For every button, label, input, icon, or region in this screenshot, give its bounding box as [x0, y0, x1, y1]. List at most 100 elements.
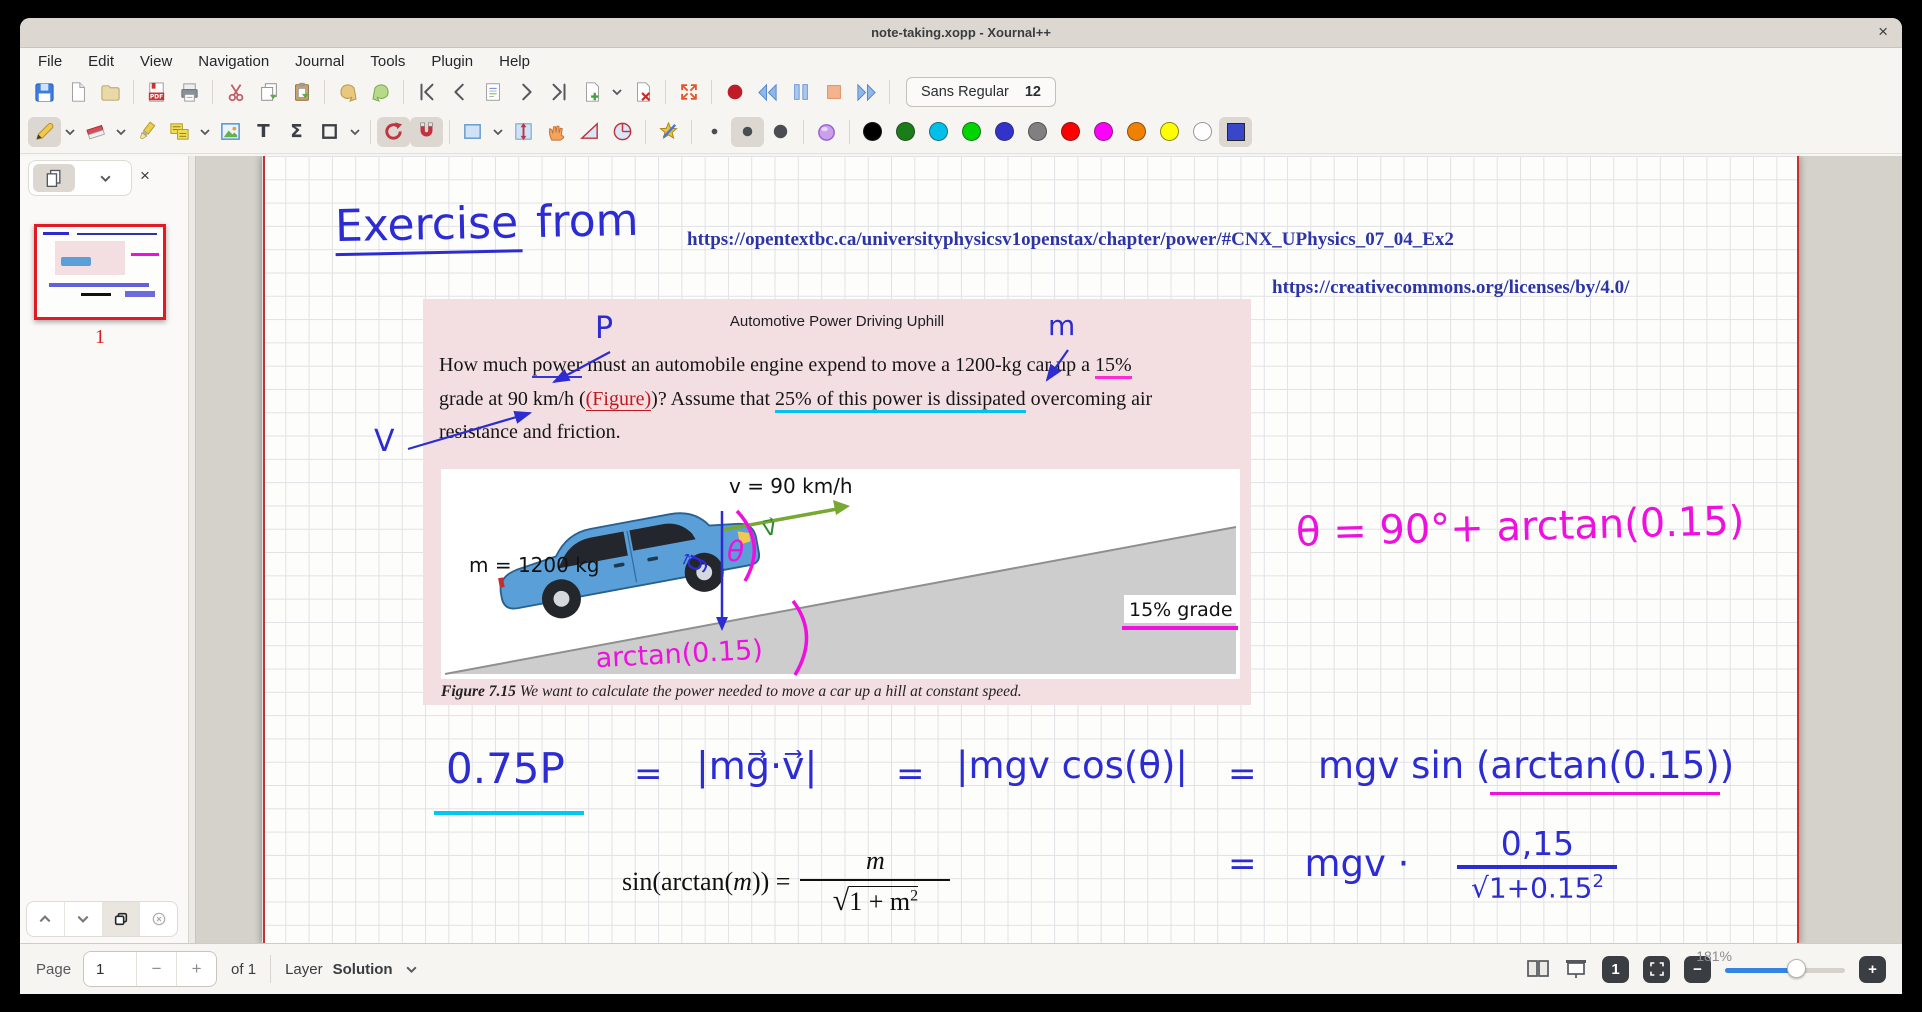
figure-caption: Figure 7.15 We want to calculate the pow… [441, 683, 1022, 701]
page-count-label: of 1 [231, 961, 256, 978]
thickness-fine-button[interactable] [698, 117, 731, 147]
pen-tool-button[interactable] [28, 117, 61, 147]
preview-pages-button[interactable] [33, 164, 75, 192]
undo-button[interactable] [331, 77, 364, 107]
shape-tool-button[interactable] [313, 117, 346, 147]
color-swatch-3[interactable] [962, 122, 981, 141]
page-decrement-button[interactable]: − [136, 952, 176, 986]
forward-button[interactable] [850, 77, 883, 107]
color-swatch-9[interactable] [1160, 122, 1179, 141]
menu-plugin[interactable]: Plugin [431, 53, 473, 70]
select-rectangle-button[interactable] [456, 117, 489, 147]
last-page-button[interactable] [542, 77, 575, 107]
copy-button[interactable] [252, 77, 285, 107]
figure-reference-link[interactable]: (Figure) [586, 388, 652, 411]
page-number-input[interactable] [84, 952, 136, 986]
menu-help[interactable]: Help [499, 53, 530, 70]
first-page-button[interactable] [410, 77, 443, 107]
previous-page-button[interactable] [443, 77, 476, 107]
layer-value[interactable]: Solution [333, 961, 393, 978]
insert-image-button[interactable] [214, 117, 247, 147]
snippets-tool-button[interactable] [163, 117, 196, 147]
delete-page-button[interactable] [626, 77, 659, 107]
close-icon[interactable]: × [1878, 22, 1888, 42]
menu-edit[interactable]: Edit [88, 53, 114, 70]
delete-page-preview-button[interactable] [140, 902, 177, 936]
color-swatch-0[interactable] [863, 122, 882, 141]
zoom-100-button[interactable]: 1 [1602, 956, 1629, 983]
latex-tool-button[interactable]: Σ [280, 117, 313, 147]
paste-button[interactable] [285, 77, 318, 107]
color-swatch-8[interactable] [1127, 122, 1146, 141]
fill-tool-button[interactable] [810, 117, 843, 147]
shape-dropdown-chevron-icon[interactable] [346, 117, 364, 147]
open-folder-button[interactable] [94, 77, 127, 107]
color-picker-button[interactable] [1219, 117, 1252, 147]
grid-snap-magnet-button[interactable] [410, 117, 443, 147]
menu-view[interactable]: View [140, 53, 172, 70]
new-file-button[interactable] [61, 77, 94, 107]
text-tool-button[interactable]: T [247, 117, 280, 147]
select-dropdown-chevron-icon[interactable] [489, 117, 507, 147]
annotation-v: V [374, 424, 395, 459]
color-swatch-7[interactable] [1094, 122, 1113, 141]
zoom-fit-button[interactable] [1643, 956, 1670, 983]
sidebar-dropdown-chevron-icon[interactable] [99, 172, 112, 185]
color-swatch-4[interactable] [995, 122, 1014, 141]
page-increment-button[interactable]: + [176, 952, 216, 986]
print-button[interactable] [173, 77, 206, 107]
duplicate-page-button[interactable] [103, 902, 141, 936]
highlighter-tool-button[interactable] [130, 117, 163, 147]
color-swatch-1[interactable] [896, 122, 915, 141]
record-audio-button[interactable] [718, 77, 751, 107]
mass-label: m = 1200 kg [469, 553, 600, 577]
presentation-view-icon[interactable] [1564, 957, 1588, 981]
shape-recognizer-button[interactable] [652, 117, 685, 147]
redo-button[interactable] [364, 77, 397, 107]
scroll-up-button[interactable] [27, 902, 65, 936]
zoom-slider[interactable] [1725, 956, 1845, 983]
compass-tool-button[interactable] [606, 117, 639, 147]
rewind-button[interactable] [751, 77, 784, 107]
sidebar-splitter[interactable] [188, 156, 196, 943]
pen-dropdown-chevron-icon[interactable] [61, 117, 79, 147]
hand-tool-button[interactable] [540, 117, 573, 147]
dual-page-view-icon[interactable] [1526, 957, 1550, 981]
rotation-snap-button[interactable] [377, 117, 410, 147]
thickness-medium-button[interactable] [731, 117, 764, 147]
menu-journal[interactable]: Journal [295, 53, 344, 70]
font-selector-button[interactable]: Sans Regular 12 [906, 77, 1056, 107]
license-url-link[interactable]: https://creativecommons.org/licenses/by/… [1272, 277, 1629, 299]
setsquare-tool-button[interactable] [573, 117, 606, 147]
snippets-dropdown-chevron-icon[interactable] [196, 117, 214, 147]
color-swatch-6[interactable] [1061, 122, 1080, 141]
sidebar-close-icon[interactable]: × [140, 166, 150, 186]
export-pdf-button[interactable]: PDF [140, 77, 173, 107]
cut-button[interactable] [219, 77, 252, 107]
new-page-dropdown-chevron-icon[interactable] [608, 77, 626, 107]
drawing-canvas[interactable]: Exercise from https://opentextbc.ca/univ… [196, 156, 1902, 943]
eraser-dropdown-chevron-icon[interactable] [112, 117, 130, 147]
new-page-after-button[interactable] [575, 77, 608, 107]
pause-button[interactable] [784, 77, 817, 107]
zoom-slider-thumb[interactable] [1787, 959, 1806, 978]
scroll-down-button[interactable] [65, 902, 103, 936]
thickness-thick-button[interactable] [764, 117, 797, 147]
color-swatch-10[interactable] [1193, 122, 1212, 141]
goto-page-button[interactable] [476, 77, 509, 107]
color-swatch-5[interactable] [1028, 122, 1047, 141]
eraser-tool-button[interactable] [79, 117, 112, 147]
layer-dropdown-chevron-icon[interactable] [405, 963, 418, 976]
color-swatch-2[interactable] [929, 122, 948, 141]
menu-navigation[interactable]: Navigation [198, 53, 269, 70]
fullscreen-button[interactable] [672, 77, 705, 107]
page-thumbnail[interactable] [34, 224, 166, 320]
source-url-link[interactable]: https://opentextbc.ca/universityphysicsv… [687, 229, 1454, 251]
menu-tools[interactable]: Tools [370, 53, 405, 70]
save-button[interactable] [28, 77, 61, 107]
vertical-space-tool-button[interactable] [507, 117, 540, 147]
next-page-button[interactable] [509, 77, 542, 107]
zoom-in-button[interactable]: + [1859, 956, 1886, 983]
menu-file[interactable]: File [38, 53, 62, 70]
stop-button[interactable] [817, 77, 850, 107]
